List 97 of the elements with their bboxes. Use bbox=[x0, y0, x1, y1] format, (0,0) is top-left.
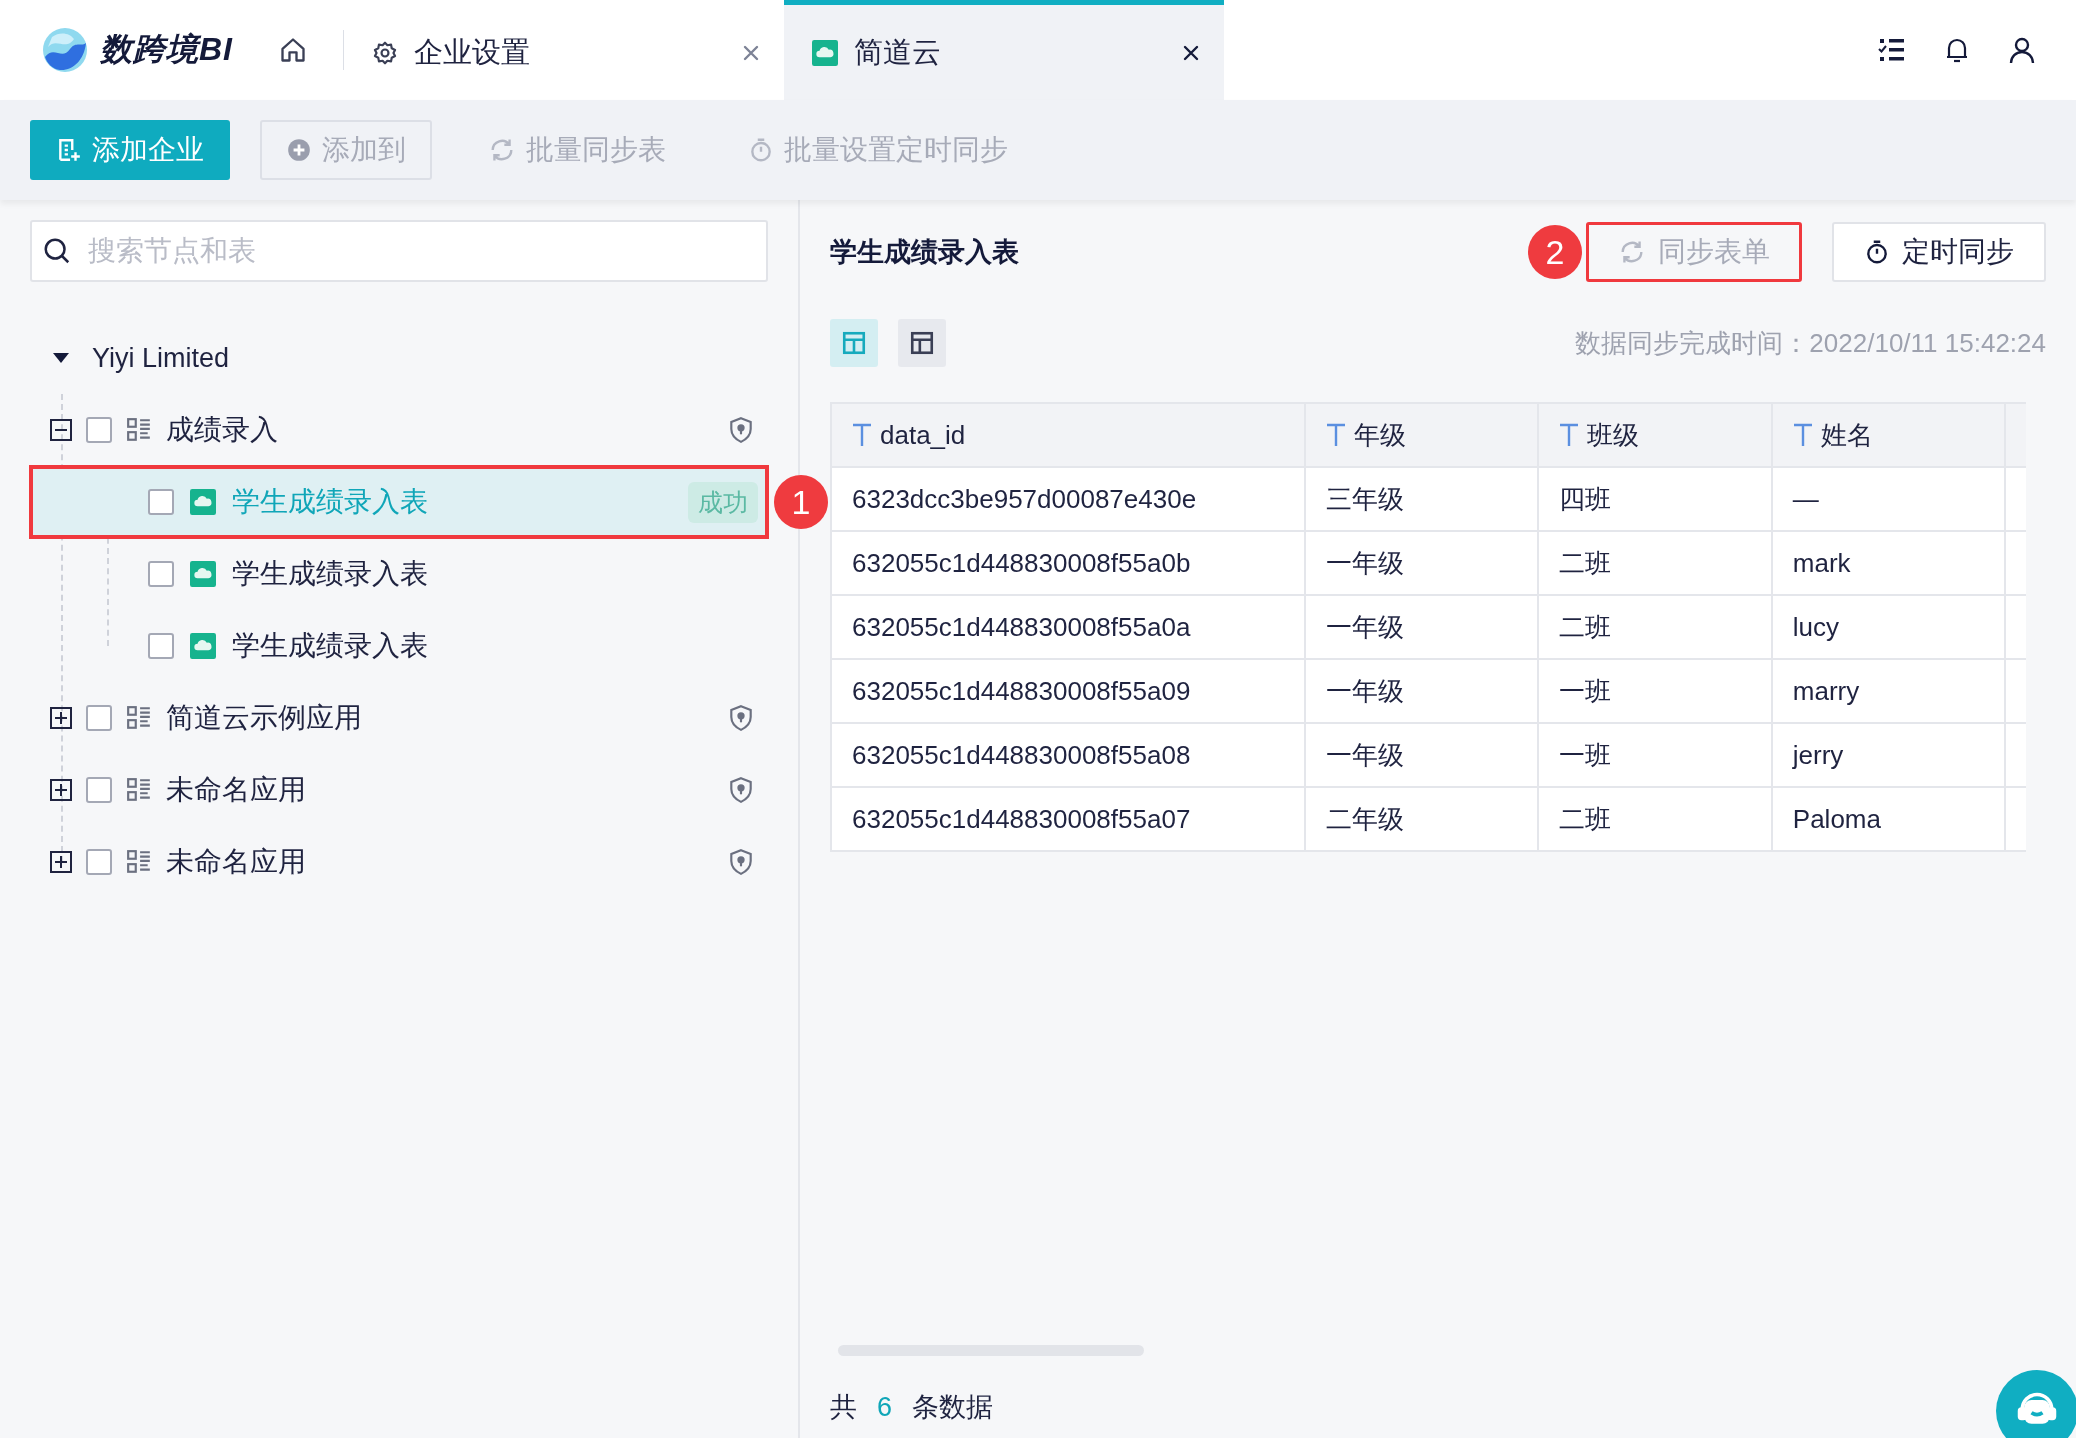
table-name: 学生成绩录入表 bbox=[232, 629, 429, 663]
table-cell: jerry bbox=[1771, 723, 2006, 787]
caret-icon[interactable] bbox=[52, 351, 70, 365]
checkbox[interactable] bbox=[86, 777, 112, 803]
text-type-icon bbox=[1325, 423, 1346, 447]
shield-icon bbox=[728, 704, 754, 732]
add-company-icon bbox=[56, 137, 82, 163]
home-icon[interactable] bbox=[279, 36, 307, 64]
checkbox[interactable] bbox=[86, 849, 112, 875]
bell-icon[interactable] bbox=[1944, 36, 1970, 64]
user-icon[interactable] bbox=[2008, 36, 2036, 64]
settings-icon bbox=[372, 39, 398, 66]
toolbar-button[interactable]: 添加企业 bbox=[30, 120, 230, 180]
table-cell: 二班 bbox=[1538, 787, 1772, 851]
column-header: 年级 bbox=[1353, 418, 1406, 452]
tab[interactable]: 企业设置 bbox=[344, 0, 784, 100]
table-cell: mark bbox=[1771, 531, 2006, 595]
column-header: 姓名 bbox=[1820, 418, 1873, 452]
cloud-icon bbox=[190, 633, 216, 659]
shield-icon bbox=[728, 848, 754, 876]
table-title: 学生成绩录入表 bbox=[830, 236, 1019, 269]
text-type-icon bbox=[1792, 423, 1813, 447]
table-cell: 二年级 bbox=[1304, 787, 1539, 851]
table-cell: 632055c1d448830008f55a08 bbox=[831, 723, 1305, 787]
table-name: 学生成绩录入表 bbox=[232, 485, 429, 519]
expand-icon[interactable] bbox=[50, 851, 72, 873]
column-header: data_id bbox=[880, 419, 966, 451]
table-cell: 一年级 bbox=[1304, 531, 1539, 595]
table-cell: 四班 bbox=[1538, 467, 1772, 531]
row-count: 6 bbox=[877, 1391, 893, 1423]
callout-number: 1 bbox=[774, 475, 828, 529]
checkbox[interactable] bbox=[148, 633, 174, 659]
app-grid-icon bbox=[126, 417, 152, 443]
checkbox[interactable] bbox=[86, 417, 112, 443]
task-list-icon[interactable] bbox=[1878, 37, 1906, 63]
app-grid-icon bbox=[126, 777, 152, 803]
view-toggle[interactable] bbox=[898, 319, 946, 367]
table-cell: 632055c1d448830008f55a0b bbox=[831, 531, 1305, 595]
search-field[interactable]: 搜索节点和表 bbox=[30, 220, 768, 282]
close-icon[interactable] bbox=[1182, 43, 1200, 62]
table-cell: 632055c1d448830008f55a07 bbox=[831, 787, 1305, 851]
company-name: Yiyi Limited bbox=[92, 342, 230, 374]
checkbox[interactable] bbox=[86, 705, 112, 731]
timer-icon bbox=[748, 137, 774, 163]
app-name: 成绩录入 bbox=[166, 413, 279, 447]
layout-view-icon bbox=[909, 330, 935, 356]
app-name: 未命名应用 bbox=[166, 845, 307, 879]
logo-text: 数跨境BI bbox=[100, 30, 233, 69]
logo-icon bbox=[40, 25, 90, 75]
status-badge: 成功 bbox=[688, 481, 758, 523]
table-cell: 一班 bbox=[1538, 659, 1772, 723]
table-cell: 二班 bbox=[1538, 531, 1772, 595]
checkbox[interactable] bbox=[148, 489, 174, 515]
timer-icon bbox=[1864, 239, 1890, 265]
cloud-icon bbox=[190, 489, 216, 515]
table-cell: 一年级 bbox=[1304, 595, 1539, 659]
callout-number: 2 bbox=[1528, 225, 1582, 279]
add-icon bbox=[286, 137, 312, 163]
expand-icon[interactable] bbox=[50, 779, 72, 801]
cloud-icon bbox=[190, 561, 216, 587]
schedule-button[interactable]: 定时同步 bbox=[1832, 222, 2046, 282]
table-cell: 一班 bbox=[1538, 723, 1772, 787]
tree-item[interactable]: 学生成绩录入表 bbox=[30, 538, 768, 610]
collapse-icon[interactable] bbox=[50, 419, 72, 441]
app-grid-icon bbox=[126, 849, 152, 875]
checkbox[interactable] bbox=[148, 561, 174, 587]
table-cell: lucy bbox=[1771, 595, 2006, 659]
table-cell: Paloma bbox=[1771, 787, 2006, 851]
view-toggle[interactable] bbox=[830, 319, 878, 367]
shield-icon bbox=[728, 776, 754, 804]
table-cell: 二班 bbox=[1538, 595, 1772, 659]
table-cell: 一年级 bbox=[1304, 723, 1539, 787]
total-label: 条数据 bbox=[912, 1391, 994, 1424]
tab[interactable]: 简道云 bbox=[784, 0, 1224, 100]
table-name: 学生成绩录入表 bbox=[232, 557, 429, 591]
table-cell: 632055c1d448830008f55a09 bbox=[831, 659, 1305, 723]
expand-icon[interactable] bbox=[50, 707, 72, 729]
app-grid-icon bbox=[126, 705, 152, 731]
table-cell: 三年级 bbox=[1304, 467, 1539, 531]
table-cell: 一年级 bbox=[1304, 659, 1539, 723]
app-name: 未命名应用 bbox=[166, 773, 307, 807]
total-label: 共 bbox=[830, 1391, 857, 1424]
search-icon bbox=[42, 236, 72, 266]
table-cell: 6323dcc3be957d00087e430e bbox=[831, 467, 1305, 531]
text-type-icon bbox=[1559, 423, 1580, 447]
text-type-icon bbox=[852, 423, 872, 447]
app-name: 简道云示例应用 bbox=[166, 701, 363, 735]
column-header: 班级 bbox=[1587, 418, 1640, 452]
sync-time: 数据同步完成时间：2022/10/11 15:42:24 bbox=[1575, 326, 2046, 360]
cloud-icon bbox=[812, 39, 838, 66]
table-cell: marry bbox=[1771, 659, 2006, 723]
table-cell: 632055c1d448830008f55a0a bbox=[831, 595, 1305, 659]
support-button[interactable] bbox=[1996, 1370, 2076, 1438]
shield-icon bbox=[728, 416, 754, 444]
tree-item[interactable]: 学生成绩录入表 bbox=[30, 610, 768, 682]
table-view-icon bbox=[841, 330, 867, 356]
table-cell: — bbox=[1771, 467, 2006, 531]
